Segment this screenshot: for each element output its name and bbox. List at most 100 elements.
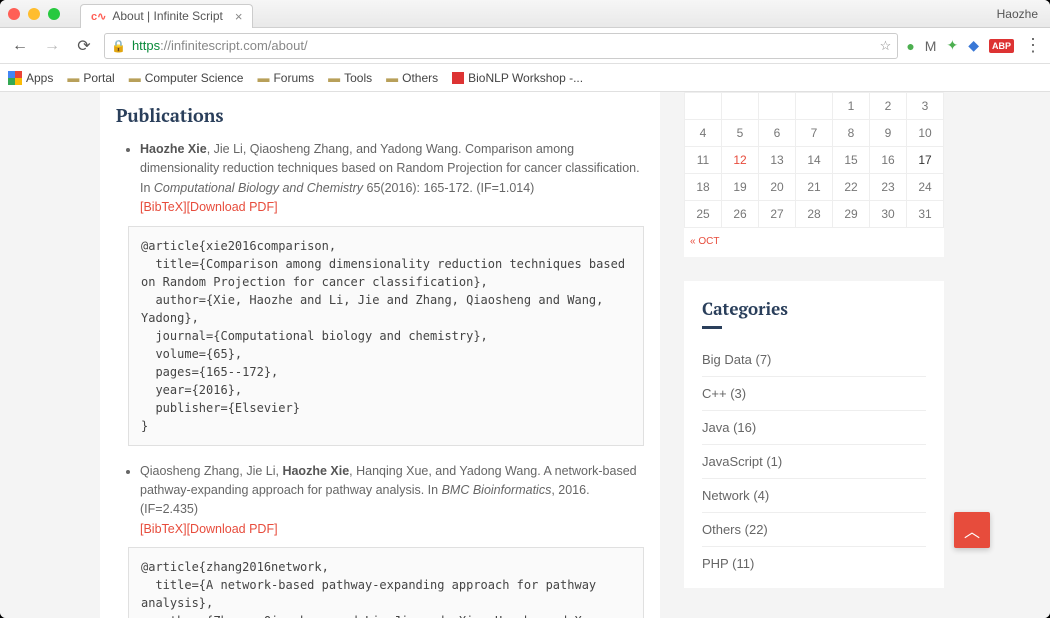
- calendar-day[interactable]: 4: [685, 120, 722, 147]
- calendar-day: [759, 93, 796, 120]
- calendar-day[interactable]: 27: [759, 201, 796, 228]
- category-count: (7): [756, 352, 772, 367]
- bibtex-link[interactable]: [BibTeX]: [140, 522, 187, 536]
- folder-icon: ▬: [257, 71, 269, 85]
- gmail-icon[interactable]: M: [925, 38, 937, 54]
- back-button[interactable]: ←: [8, 34, 32, 58]
- chevron-up-icon: ︿: [964, 518, 980, 542]
- calendar-day[interactable]: 15: [833, 147, 870, 174]
- calendar-day[interactable]: 16: [870, 147, 907, 174]
- category-item[interactable]: PHP (11): [702, 547, 926, 580]
- bibtex-link[interactable]: [BibTeX]: [140, 200, 187, 214]
- page-viewport[interactable]: Publications Haozhe Xie, Jie Li, Qiaoshe…: [0, 92, 1050, 618]
- venue-name: BMC Bioinformatics: [442, 483, 552, 497]
- calendar-day[interactable]: 9: [870, 120, 907, 147]
- calendar-day[interactable]: 18: [685, 174, 722, 201]
- category-name: Big Data: [702, 352, 752, 367]
- category-count: (11): [732, 556, 754, 571]
- site-icon: [452, 72, 464, 84]
- category-item[interactable]: Big Data (7): [702, 343, 926, 377]
- bookmark-folder[interactable]: ▬Portal: [67, 71, 114, 85]
- publication-item: Qiaosheng Zhang, Jie Li, Haozhe Xie, Han…: [140, 462, 644, 540]
- calendar-table: 1234567891011121314151617181920212223242…: [684, 92, 944, 228]
- bookmark-star-icon[interactable]: ☆: [880, 38, 892, 54]
- calendar-day[interactable]: 2: [870, 93, 907, 120]
- publications-heading: Publications: [116, 104, 644, 128]
- calendar-day[interactable]: 14: [796, 147, 833, 174]
- extension-icons: ● M ✦ ◆ ABP ⋮: [906, 35, 1042, 56]
- calendar-prev-link[interactable]: « OCT: [684, 228, 944, 247]
- category-name: JavaScript: [702, 454, 763, 469]
- calendar-day[interactable]: 28: [796, 201, 833, 228]
- bibtex-code: @article{zhang2016network, title={A netw…: [128, 547, 644, 618]
- maximize-window-button[interactable]: [48, 8, 60, 20]
- bookmark-folder[interactable]: ▬Others: [386, 71, 438, 85]
- bookmark-folder[interactable]: ▬Forums: [257, 71, 314, 85]
- bookmark-folder[interactable]: ▬Tools: [328, 71, 372, 85]
- calendar-day[interactable]: 23: [870, 174, 907, 201]
- calendar-day[interactable]: 24: [907, 174, 944, 201]
- calendar-day[interactable]: 11: [685, 147, 722, 174]
- calendar-day[interactable]: 6: [759, 120, 796, 147]
- calendar-day[interactable]: 22: [833, 174, 870, 201]
- adblock-icon[interactable]: ABP: [989, 39, 1014, 53]
- calendar-day[interactable]: 1: [833, 93, 870, 120]
- main-content: Publications Haozhe Xie, Jie Li, Qiaoshe…: [100, 92, 660, 618]
- category-item[interactable]: JavaScript (1): [702, 445, 926, 479]
- author-highlight: Haozhe Xie: [282, 464, 349, 478]
- calendar-day[interactable]: 17: [907, 147, 944, 174]
- calendar-day[interactable]: 10: [907, 120, 944, 147]
- category-count: (1): [766, 454, 782, 469]
- address-bar[interactable]: 🔒 https://infinitescript.com/about/ ☆: [104, 33, 898, 59]
- author-highlight: Haozhe Xie: [140, 142, 207, 156]
- category-name: Java: [702, 420, 729, 435]
- close-tab-icon[interactable]: ×: [235, 9, 243, 24]
- extension-icon[interactable]: ●: [906, 38, 914, 54]
- folder-icon: ▬: [129, 71, 141, 85]
- diamond-icon[interactable]: ◆: [968, 37, 979, 54]
- calendar-day[interactable]: 26: [722, 201, 759, 228]
- calendar-day[interactable]: 13: [759, 147, 796, 174]
- chrome-menu-icon[interactable]: ⋮: [1024, 35, 1042, 56]
- category-item[interactable]: Network (4): [702, 479, 926, 513]
- calendar-day[interactable]: 12: [722, 147, 759, 174]
- profile-label[interactable]: Haozhe: [997, 7, 1038, 21]
- category-count: (22): [745, 522, 768, 537]
- category-item[interactable]: Others (22): [702, 513, 926, 547]
- calendar-day[interactable]: 19: [722, 174, 759, 201]
- browser-tab[interactable]: c∿ About | Infinite Script ×: [80, 4, 253, 28]
- minimize-window-button[interactable]: [28, 8, 40, 20]
- bookmark-folder[interactable]: ▬Computer Science: [129, 71, 244, 85]
- category-item[interactable]: C++ (3): [702, 377, 926, 411]
- calendar-day[interactable]: 25: [685, 201, 722, 228]
- traffic-lights: [8, 8, 60, 20]
- folder-icon: ▬: [386, 71, 398, 85]
- calendar-day: [722, 93, 759, 120]
- categories-widget: Categories Big Data (7)C++ (3)Java (16)J…: [684, 281, 944, 588]
- calendar-day[interactable]: 20: [759, 174, 796, 201]
- close-window-button[interactable]: [8, 8, 20, 20]
- calendar-day[interactable]: 3: [907, 93, 944, 120]
- apps-shortcut[interactable]: Apps: [8, 71, 53, 85]
- apps-icon: [8, 71, 22, 85]
- calendar-day[interactable]: 29: [833, 201, 870, 228]
- category-count: (3): [730, 386, 746, 401]
- forward-button[interactable]: →: [40, 34, 64, 58]
- calendar-day[interactable]: 7: [796, 120, 833, 147]
- download-pdf-link[interactable]: [Download PDF]: [187, 200, 278, 214]
- browser-toolbar: ← → ⟳ 🔒 https://infinitescript.com/about…: [0, 28, 1050, 64]
- evernote-icon[interactable]: ✦: [946, 37, 958, 54]
- category-name: Others: [702, 522, 741, 537]
- calendar-day[interactable]: 8: [833, 120, 870, 147]
- calendar-day[interactable]: 21: [796, 174, 833, 201]
- scroll-to-top-button[interactable]: ︿: [954, 512, 990, 548]
- download-pdf-link[interactable]: [Download PDF]: [187, 522, 278, 536]
- sidebar: 1234567891011121314151617181920212223242…: [684, 92, 944, 588]
- category-item[interactable]: Java (16): [702, 411, 926, 445]
- reload-button[interactable]: ⟳: [72, 34, 96, 58]
- calendar-day[interactable]: 31: [907, 201, 944, 228]
- calendar-day[interactable]: 5: [722, 120, 759, 147]
- bookmark-link[interactable]: BioNLP Workshop -...: [452, 71, 583, 85]
- folder-icon: ▬: [328, 71, 340, 85]
- calendar-day[interactable]: 30: [870, 201, 907, 228]
